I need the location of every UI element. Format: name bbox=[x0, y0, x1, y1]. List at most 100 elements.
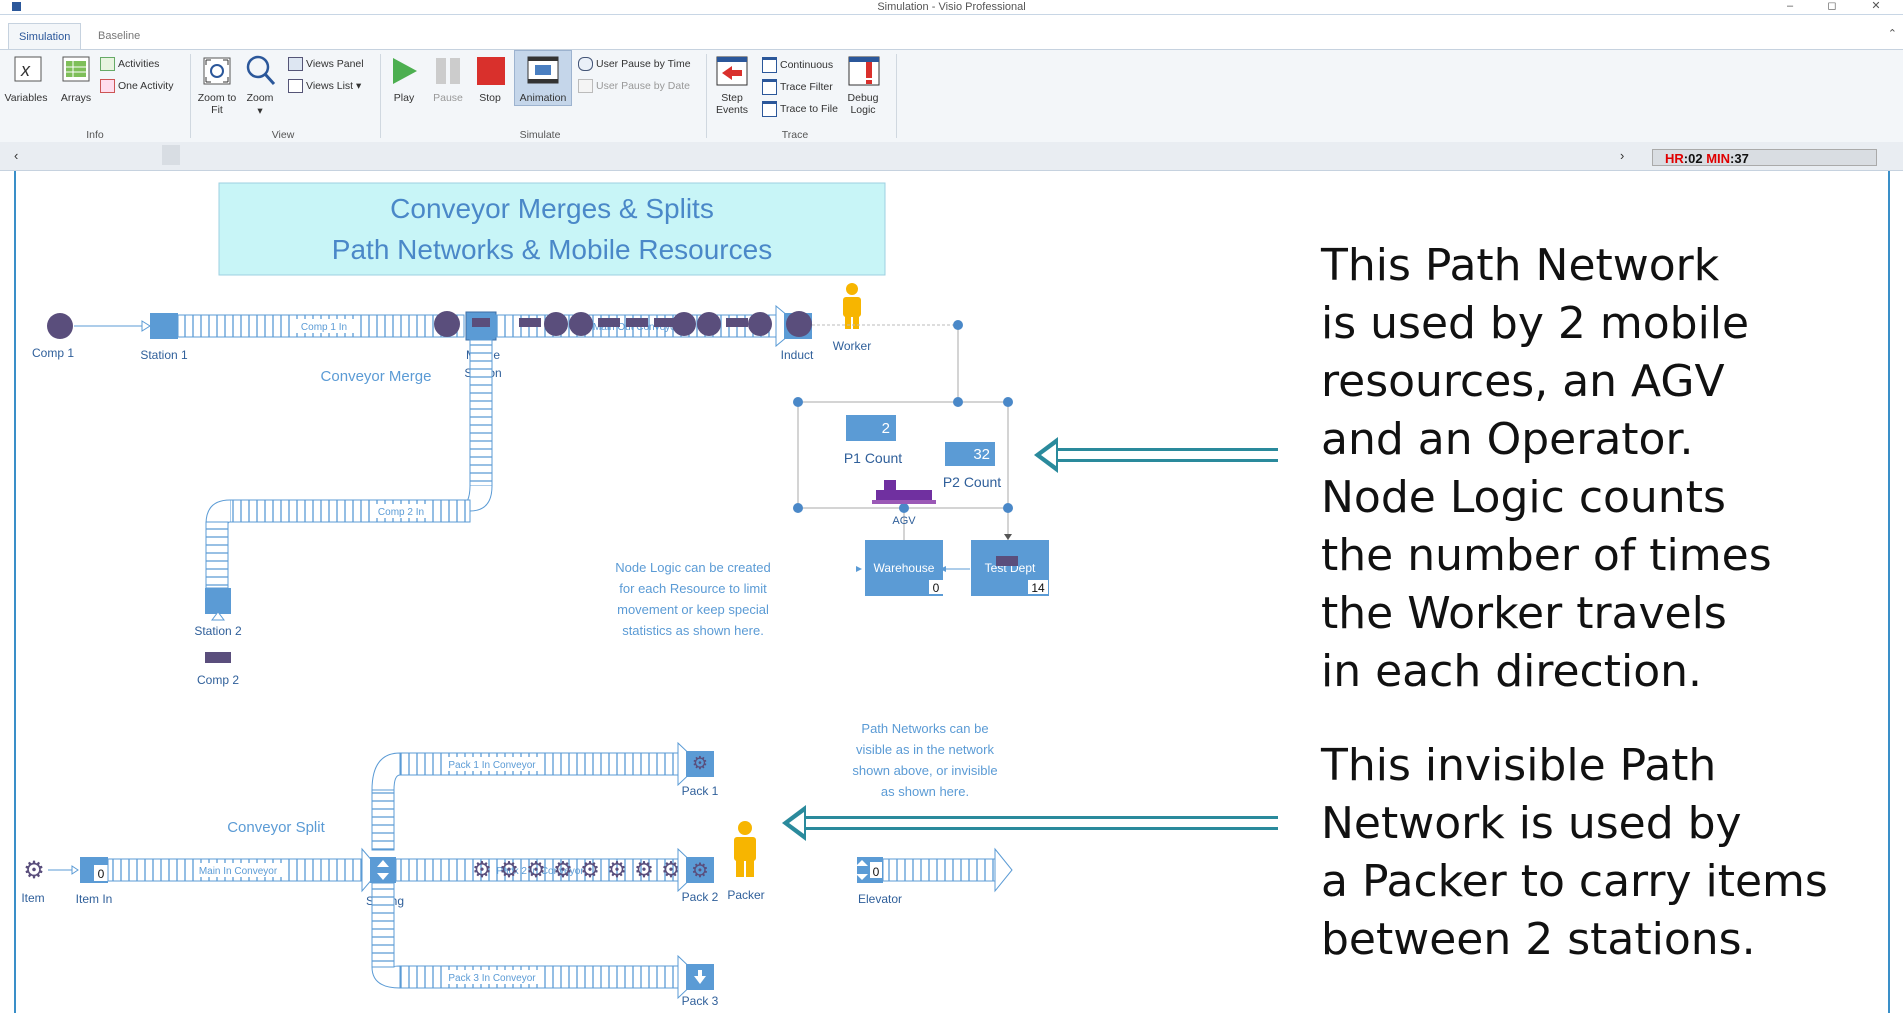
annotation-1-line: and an Operator. bbox=[1321, 414, 1694, 465]
entity-block bbox=[598, 318, 620, 327]
comp1-label: Comp 1 bbox=[32, 346, 74, 360]
entity-block bbox=[726, 318, 748, 327]
node-logic-note-1: Node Logic can be created bbox=[615, 560, 770, 575]
p1-count-value: 2 bbox=[882, 420, 890, 437]
sorting-conveyor-up[interactable] bbox=[371, 789, 395, 851]
pack2-label: Pack 2 bbox=[682, 890, 719, 904]
station1-node[interactable] bbox=[150, 313, 178, 339]
conveyor-end-arrow bbox=[994, 847, 1013, 893]
gear-icon: ⚙ bbox=[553, 857, 573, 882]
conveyor-curve bbox=[371, 965, 401, 989]
entity-block bbox=[519, 318, 541, 327]
annotation-1-line: is used by 2 mobile bbox=[1321, 298, 1750, 349]
down-arrow-stem bbox=[698, 970, 702, 977]
entity-circle bbox=[434, 311, 460, 337]
conveyor-split-label: Conveyor Split bbox=[227, 819, 325, 836]
main-in-label: Main In Conveyor bbox=[199, 866, 278, 877]
p1-count-label: P1 Count bbox=[844, 450, 902, 466]
p2-count-value: 32 bbox=[973, 446, 990, 463]
pack3-label: Pack 3 bbox=[682, 994, 719, 1008]
entity-circle bbox=[786, 311, 812, 337]
diagram-title-line2: Path Networks & Mobile Resources bbox=[332, 234, 772, 265]
diagram-title-line1: Conveyor Merges & Splits bbox=[390, 193, 714, 224]
path-net-note-1: Path Networks can be bbox=[861, 721, 988, 736]
path-node[interactable] bbox=[1003, 503, 1013, 513]
path-node[interactable] bbox=[953, 397, 963, 407]
annotation-1-line: Node Logic counts bbox=[1321, 472, 1726, 523]
callout-arrow-1 bbox=[1034, 437, 1278, 473]
gear-icon: ⚙ bbox=[526, 857, 546, 882]
p2-count-label: P2 Count bbox=[943, 474, 1001, 490]
test-dept-count: 14 bbox=[1031, 581, 1045, 595]
annotation-2-line: Network is used by bbox=[1321, 798, 1742, 849]
node-logic-note-2: for each Resource to limit bbox=[619, 581, 767, 596]
annotation-2-line: This invisible Path bbox=[1321, 740, 1717, 791]
agv-vehicle[interactable] bbox=[872, 480, 936, 504]
annotation-2: This invisible Path Network is used by a… bbox=[1321, 737, 1828, 969]
comp1-in-label: Comp 1 In bbox=[301, 322, 347, 333]
warehouse-count: 0 bbox=[933, 581, 940, 595]
gear-icon: ⚙ bbox=[692, 753, 708, 773]
annotation-1-line: in each direction. bbox=[1321, 646, 1703, 697]
annotation-1-line: the number of times bbox=[1321, 530, 1772, 581]
station1-label: Station 1 bbox=[140, 348, 188, 362]
annotation-1-line: This Path Network bbox=[1321, 240, 1720, 291]
elevator-label: Elevator bbox=[858, 892, 902, 906]
path-node[interactable] bbox=[899, 503, 909, 513]
gear-icon: ⚙ bbox=[499, 857, 519, 882]
sorting-conveyor-down[interactable] bbox=[371, 882, 395, 968]
entity-circle bbox=[672, 312, 696, 336]
path-net-note-3: shown above, or invisible bbox=[852, 763, 997, 778]
entity-circle bbox=[569, 312, 593, 336]
station2-label: Station 2 bbox=[194, 624, 242, 638]
comp2-in-conveyor[interactable] bbox=[229, 499, 471, 523]
annotation-2-line: a Packer to carry items bbox=[1321, 856, 1828, 907]
node-logic-note-3: movement or keep special bbox=[617, 602, 769, 617]
elevator-count: 0 bbox=[873, 865, 880, 879]
comp2-in-conveyor-vertical[interactable] bbox=[469, 339, 493, 487]
entity-circle bbox=[544, 312, 568, 336]
gear-icon[interactable]: ⚙ bbox=[23, 857, 45, 884]
path-node[interactable] bbox=[953, 320, 963, 330]
pack3-in-label: Pack 3 In Conveyor bbox=[448, 973, 536, 984]
entity-block bbox=[626, 318, 648, 327]
packer-icon[interactable] bbox=[734, 821, 756, 877]
path-node[interactable] bbox=[1003, 397, 1013, 407]
worker-icon[interactable] bbox=[843, 283, 861, 329]
comp1-source[interactable] bbox=[47, 313, 73, 339]
packer-label: Packer bbox=[727, 888, 764, 902]
item-in-count: 0 bbox=[98, 867, 105, 881]
entity-block bbox=[996, 556, 1018, 566]
gear-icon: ⚙ bbox=[580, 857, 600, 882]
warehouse-label: Warehouse bbox=[874, 561, 935, 575]
comp2-source[interactable] bbox=[205, 652, 231, 663]
flow-arrowhead bbox=[71, 865, 79, 875]
entity-block bbox=[472, 318, 490, 327]
annotation-1-line: the Worker travels bbox=[1321, 588, 1727, 639]
annotation-1-line: resources, an AGV bbox=[1321, 356, 1725, 407]
worker-label: Worker bbox=[833, 339, 871, 353]
path-node[interactable] bbox=[793, 397, 803, 407]
gear-icon: ⚙ bbox=[607, 857, 627, 882]
agv-label: AGV bbox=[892, 515, 916, 527]
gear-icon: ⚙ bbox=[472, 857, 492, 882]
elevator-conveyor[interactable] bbox=[882, 858, 996, 882]
pack1-in-label: Pack 1 In Conveyor bbox=[448, 760, 536, 771]
annotation-2-line: between 2 stations. bbox=[1321, 914, 1756, 965]
entity-circle bbox=[748, 312, 772, 336]
conveyor-curve bbox=[205, 499, 231, 525]
path-node[interactable] bbox=[793, 503, 803, 513]
flow-arrowhead bbox=[141, 320, 151, 332]
station2-node[interactable] bbox=[205, 588, 231, 614]
node-logic-note-4: statistics as shown here. bbox=[622, 623, 764, 638]
item-label: Item bbox=[21, 891, 44, 905]
pack1-label: Pack 1 bbox=[682, 784, 719, 798]
path-arrowhead bbox=[1004, 534, 1012, 540]
gear-icon: ⚙ bbox=[691, 860, 709, 882]
annotation-1: This Path Network is used by 2 mobile re… bbox=[1321, 237, 1772, 701]
comp2-in-label: Comp 2 In bbox=[378, 507, 424, 518]
path-net-note-4: as shown here. bbox=[881, 784, 969, 799]
gear-icon: ⚙ bbox=[634, 857, 654, 882]
comp2-label: Comp 2 bbox=[197, 673, 239, 687]
comp2-conveyor-vertical[interactable] bbox=[205, 521, 229, 589]
